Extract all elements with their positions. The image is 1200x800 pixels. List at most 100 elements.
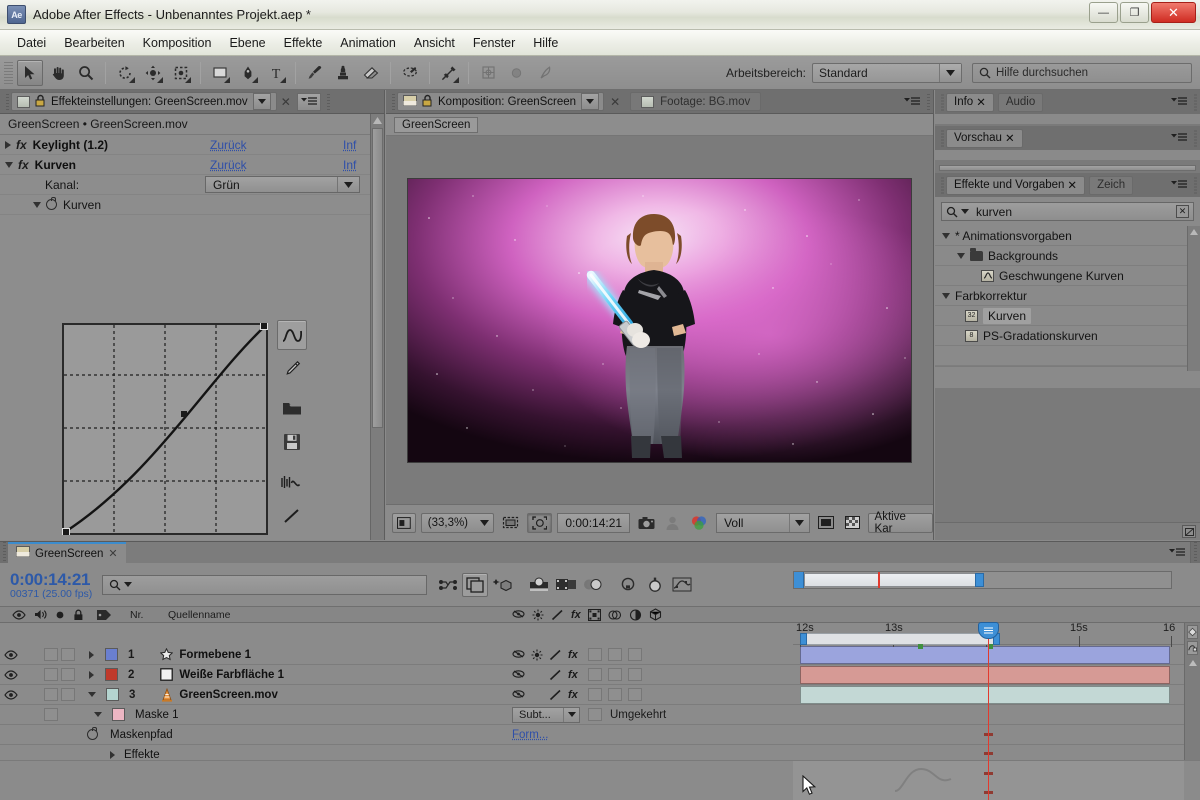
chevron-down-icon[interactable]	[942, 232, 950, 239]
mask-row[interactable]: Maske 1 Subt... Umgekehrt	[0, 705, 1200, 725]
shape-tool[interactable]	[207, 60, 233, 86]
panel-menu-icon[interactable]	[1167, 176, 1191, 194]
navigator-view-region[interactable]	[804, 573, 984, 587]
close-icon[interactable]: ✕	[281, 95, 291, 109]
snapshot-button[interactable]	[635, 513, 658, 533]
panel-menu-icon[interactable]	[1164, 542, 1190, 563]
panel-grip-right[interactable]	[1191, 176, 1200, 194]
tab-info[interactable]: Info ✕	[946, 92, 994, 112]
effects-search-input[interactable]: kurven ✕	[941, 202, 1194, 221]
switch-cell[interactable]	[587, 688, 602, 701]
show-snapshot-button[interactable]	[663, 513, 682, 533]
switch-cell[interactable]	[587, 648, 602, 661]
layer-name[interactable]: Formebene 1	[179, 649, 251, 661]
switch-cell[interactable]	[627, 648, 642, 661]
close-icon[interactable]: ✕	[610, 95, 620, 109]
tab-audio[interactable]: Audio	[997, 92, 1044, 112]
layer-color-swatch[interactable]	[105, 648, 118, 661]
tab-vorschau[interactable]: Vorschau ✕	[946, 128, 1023, 148]
chevron-down-icon[interactable]	[88, 692, 96, 697]
chevron-down-icon[interactable]	[252, 93, 271, 110]
layer-name[interactable]: GreenScreen.mov	[179, 689, 277, 701]
composition-marker[interactable]	[918, 644, 923, 649]
curves-graph[interactable]	[62, 323, 268, 535]
menu-animation[interactable]: Animation	[331, 33, 405, 53]
resolution-select[interactable]: Voll	[716, 512, 810, 533]
effects-fx-icon[interactable]: fx	[568, 689, 578, 701]
chevron-down-icon[interactable]	[94, 712, 102, 717]
text-tool[interactable]: T	[263, 60, 289, 86]
scroll-up-arrow[interactable]	[371, 114, 384, 127]
layer-name[interactable]: Weiße Farbfläche 1	[179, 669, 284, 681]
tab-zeichen[interactable]: Zeich	[1089, 175, 1134, 195]
brainstorm-icon[interactable]	[615, 573, 641, 597]
lock-toggle[interactable]	[61, 668, 75, 681]
auto-keyframe-icon[interactable]	[642, 573, 668, 597]
eraser-tool[interactable]	[358, 60, 384, 86]
layer-duration-bar[interactable]	[800, 646, 1170, 664]
column-header-sourcename[interactable]: Quellenname	[168, 609, 230, 621]
solo-toggle[interactable]	[44, 688, 58, 701]
panel-menu-icon[interactable]	[1167, 93, 1191, 111]
chevron-down-icon[interactable]	[942, 292, 950, 299]
timeline-timecode-group[interactable]: 0:00:14:21 00371 (25.00 fps)	[10, 570, 92, 600]
composition-mini-flowchart-icon[interactable]	[435, 573, 461, 597]
close-icon[interactable]: ✕	[976, 95, 986, 109]
tree-row-farbkorrektur[interactable]: Farbkorrektur	[935, 286, 1200, 306]
timeline-search-input[interactable]	[102, 574, 428, 595]
panel-grip-right[interactable]	[924, 92, 933, 111]
visibility-toggle[interactable]	[0, 669, 22, 680]
active-camera-select[interactable]: Aktive Kar	[867, 511, 934, 535]
smooth-curve-icon[interactable]	[277, 467, 307, 497]
panel-grip[interactable]	[389, 92, 397, 111]
panel-grip[interactable]	[3, 92, 11, 111]
new-folder-icon[interactable]	[1182, 525, 1196, 538]
visibility-toggle[interactable]	[0, 649, 22, 660]
panel-grip-right[interactable]	[1191, 93, 1200, 111]
lock-toggle[interactable]	[61, 648, 75, 661]
timecode-field[interactable]: 0:00:14:21	[557, 512, 631, 533]
menu-hilfe[interactable]: Hilfe	[524, 33, 567, 53]
draft-3d-icon[interactable]	[553, 573, 579, 597]
lock-icon[interactable]	[422, 94, 433, 110]
render-queue-icon[interactable]	[1187, 641, 1198, 655]
camera-orbit-tool[interactable]	[140, 60, 166, 86]
selection-tool[interactable]	[17, 59, 43, 86]
tab-timeline-greenscreen[interactable]: GreenScreen ✕	[8, 542, 126, 563]
scrollbar-thumb[interactable]	[939, 164, 1196, 171]
mask-inverted-checkbox[interactable]	[588, 708, 602, 721]
switch-cell[interactable]	[607, 688, 622, 701]
table-row[interactable]: 2 Weiße Farbfläche 1 fx	[0, 665, 1200, 685]
property-row-kanal[interactable]: Kanal: Grün	[0, 175, 384, 195]
effects-tree-scrollbar[interactable]	[1187, 226, 1200, 371]
toggle-transparency-grid-button[interactable]	[842, 513, 863, 533]
effect-controls-scrollbar[interactable]	[370, 114, 384, 540]
close-icon[interactable]: ✕	[108, 547, 117, 560]
open-folder-icon[interactable]	[277, 393, 307, 423]
tree-row-geschwungene-kurven[interactable]: Geschwungene Kurven	[935, 266, 1200, 286]
toolbar-grip[interactable]	[4, 61, 13, 84]
region-of-interest-button[interactable]	[526, 512, 553, 533]
minimize-button[interactable]: —	[1089, 2, 1118, 23]
toggle-view-layout-button[interactable]	[815, 513, 837, 533]
chevron-down-icon[interactable]	[563, 707, 579, 722]
tree-row-kurven[interactable]: 32 Kurven	[935, 306, 1200, 326]
breadcrumb-greenscreen[interactable]: GreenScreen	[394, 116, 479, 133]
table-row[interactable]: 3 GreenScreen.mov fx	[0, 685, 1200, 705]
save-disk-icon[interactable]	[277, 427, 307, 457]
panel-grip[interactable]	[0, 542, 8, 563]
composition-stage[interactable]	[386, 136, 933, 504]
reset-line-icon[interactable]	[277, 501, 307, 531]
puppet-pin-tool[interactable]	[436, 60, 462, 86]
help-search-input[interactable]: Hilfe durchsuchen	[972, 62, 1192, 83]
close-icon[interactable]: ✕	[1067, 178, 1077, 192]
stopwatch-icon[interactable]	[87, 727, 98, 740]
hand-tool[interactable]	[45, 60, 71, 86]
stopwatch-icon[interactable]	[46, 197, 57, 210]
mask-path-value[interactable]: Form...	[512, 729, 548, 741]
effect-about-link[interactable]: Inf	[343, 158, 356, 172]
enable-3d-renderer-icon[interactable]	[489, 573, 515, 597]
effect-row-kurven[interactable]: fx Kurven Zurück Inf	[0, 155, 384, 175]
tab-effect-controls[interactable]: Effekteinstellungen: GreenScreen.mov	[11, 92, 277, 111]
tab-footage-bg[interactable]: Footage: BG.mov	[630, 92, 762, 111]
